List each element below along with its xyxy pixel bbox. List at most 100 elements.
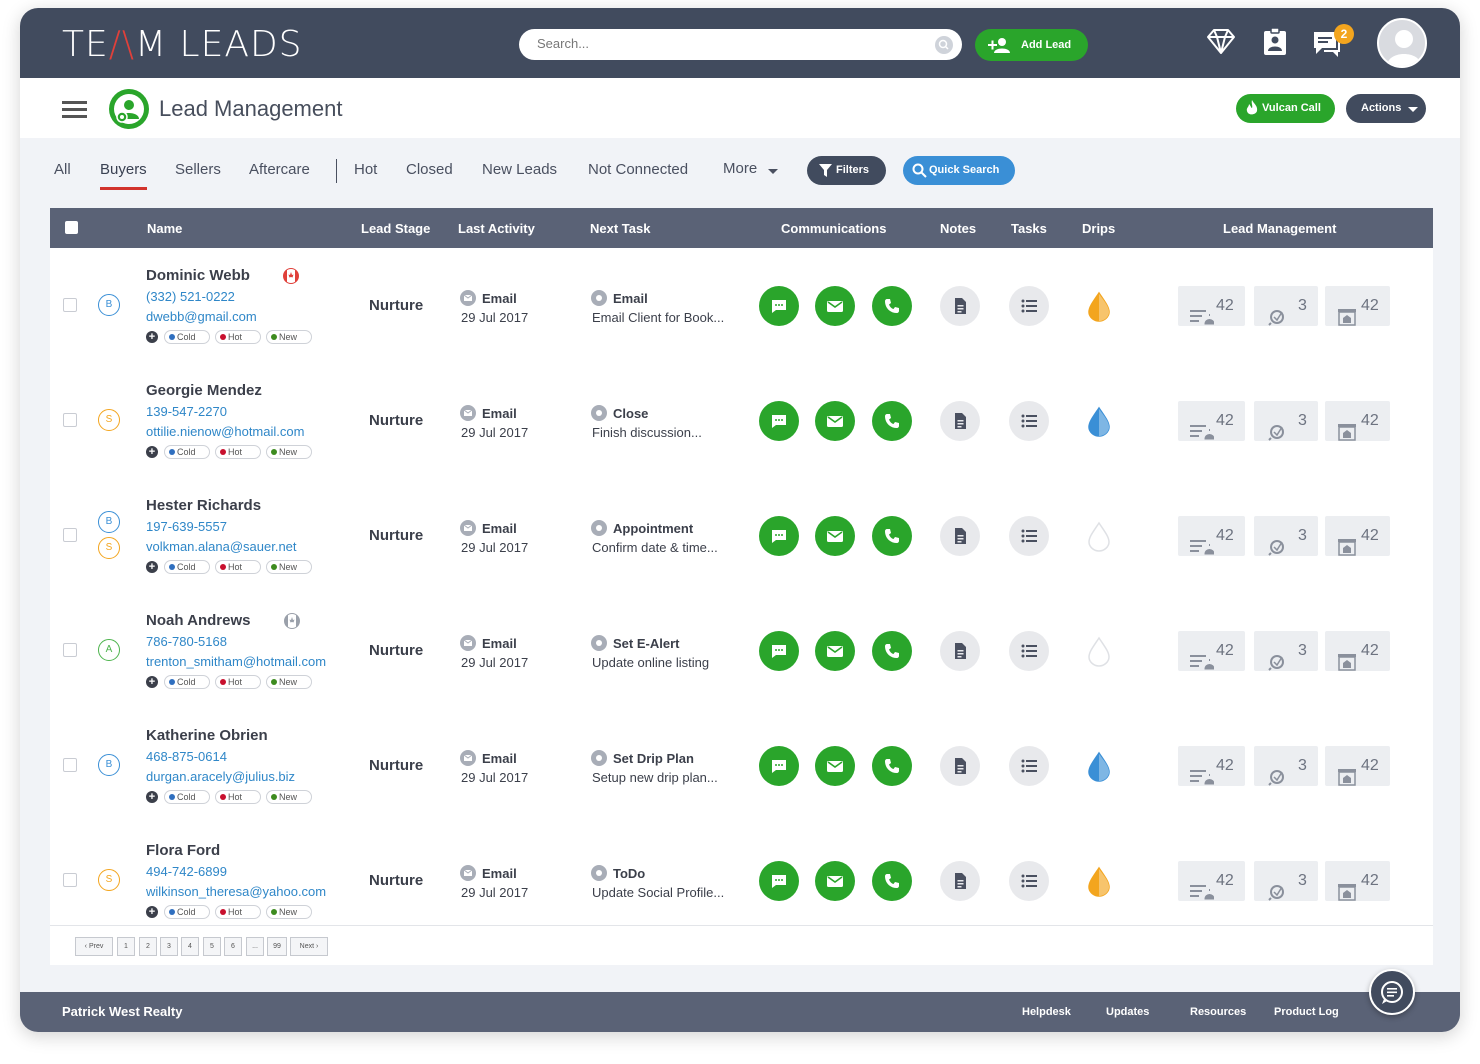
- product-log-link[interactable]: Product Log: [1274, 1006, 1339, 1018]
- add-tag-icon[interactable]: +: [146, 676, 158, 688]
- next-task-type[interactable]: Appointment: [613, 521, 693, 536]
- page-button[interactable]: 4: [181, 937, 199, 956]
- row-checkbox[interactable]: [63, 758, 77, 772]
- row-checkbox[interactable]: [63, 528, 77, 542]
- tasks-button[interactable]: [1009, 516, 1049, 556]
- helpdesk-link[interactable]: Helpdesk: [1022, 1006, 1071, 1018]
- status-pill-cold[interactable]: Cold: [164, 790, 210, 804]
- email-button[interactable]: [815, 516, 855, 556]
- lead-name[interactable]: Dominic Webb: [146, 267, 250, 284]
- add-tag-icon[interactable]: +: [146, 446, 158, 458]
- tab-buyers[interactable]: Buyers: [100, 161, 147, 190]
- searches-count-button[interactable]: 3: [1254, 861, 1318, 901]
- col-name[interactable]: Name: [147, 221, 182, 236]
- vulcan-call-button[interactable]: Vulcan Call: [1236, 94, 1335, 123]
- searches-count-button[interactable]: 3: [1254, 631, 1318, 671]
- col-next-task[interactable]: Next Task: [590, 221, 650, 236]
- tab-not-connected[interactable]: Not Connected: [588, 161, 688, 178]
- lead-email[interactable]: trenton_smitham@hotmail.com: [146, 654, 326, 669]
- email-button[interactable]: [815, 401, 855, 441]
- properties-count-button[interactable]: 42: [1325, 401, 1390, 441]
- chevron-down-icon[interactable]: [768, 169, 778, 174]
- lead-phone[interactable]: 139-547-2270: [146, 404, 227, 419]
- alerts-count-button[interactable]: 42: [1178, 861, 1245, 901]
- next-task-type[interactable]: Set Drip Plan: [613, 751, 694, 766]
- properties-count-button[interactable]: 42: [1325, 516, 1390, 556]
- lead-email[interactable]: volkman.alana@sauer.net: [146, 539, 297, 554]
- sms-button[interactable]: [759, 401, 799, 441]
- drip-status-icon[interactable]: [1085, 521, 1113, 558]
- prev-page-button[interactable]: ‹ Prev: [75, 937, 113, 956]
- tab-sellers[interactable]: Sellers: [175, 161, 221, 178]
- chat-bubble-button[interactable]: [1369, 969, 1415, 1015]
- notes-button[interactable]: [940, 746, 980, 786]
- call-button[interactable]: [872, 861, 912, 901]
- tasks-button[interactable]: [1009, 286, 1049, 326]
- hamburger-menu-icon[interactable]: [62, 101, 87, 118]
- lead-name[interactable]: Georgie Mendez: [146, 382, 262, 399]
- alerts-count-button[interactable]: 42: [1178, 516, 1245, 556]
- lead-phone[interactable]: 494-742-6899: [146, 864, 227, 879]
- sms-button[interactable]: [759, 746, 799, 786]
- row-checkbox[interactable]: [63, 643, 77, 657]
- diamond-icon[interactable]: [1204, 27, 1238, 62]
- lead-email[interactable]: wilkinson_theresa@yahoo.com: [146, 884, 326, 899]
- properties-count-button[interactable]: 42: [1325, 861, 1390, 901]
- tab-new-leads[interactable]: New Leads: [482, 161, 557, 178]
- sms-button[interactable]: [759, 631, 799, 671]
- contact-card-icon[interactable]: [1262, 27, 1288, 62]
- call-button[interactable]: [872, 401, 912, 441]
- lead-email[interactable]: durgan.aracely@julius.biz: [146, 769, 295, 784]
- status-pill-new[interactable]: New: [266, 560, 312, 574]
- notes-button[interactable]: [940, 401, 980, 441]
- actions-dropdown[interactable]: Actions: [1346, 94, 1426, 123]
- call-button[interactable]: [872, 631, 912, 671]
- page-button[interactable]: 5: [203, 937, 221, 956]
- alerts-count-button[interactable]: 42: [1178, 746, 1245, 786]
- status-pill-new[interactable]: New: [266, 445, 312, 459]
- tasks-button[interactable]: [1009, 861, 1049, 901]
- alerts-count-button[interactable]: 42: [1178, 286, 1245, 326]
- email-button[interactable]: [815, 746, 855, 786]
- add-lead-button[interactable]: Add Lead: [975, 29, 1088, 61]
- lead-name[interactable]: Katherine Obrien: [146, 727, 268, 744]
- lead-name[interactable]: Flora Ford: [146, 842, 220, 859]
- properties-count-button[interactable]: 42: [1325, 286, 1390, 326]
- status-pill-new[interactable]: New: [266, 675, 312, 689]
- call-button[interactable]: [872, 516, 912, 556]
- team-leads-logo[interactable]: TE/\M LEADS: [62, 24, 303, 65]
- status-pill-hot[interactable]: Hot: [215, 560, 261, 574]
- notes-button[interactable]: [940, 861, 980, 901]
- tasks-button[interactable]: [1009, 746, 1049, 786]
- tasks-button[interactable]: [1009, 631, 1049, 671]
- searches-count-button[interactable]: 3: [1254, 401, 1318, 441]
- page-button[interactable]: 3: [160, 937, 178, 956]
- status-pill-cold[interactable]: Cold: [164, 330, 210, 344]
- drip-status-icon[interactable]: [1085, 291, 1113, 328]
- col-lead-stage[interactable]: Lead Stage: [361, 221, 430, 236]
- notes-button[interactable]: [940, 286, 980, 326]
- status-pill-new[interactable]: New: [266, 905, 312, 919]
- lead-name[interactable]: Hester Richards: [146, 497, 261, 514]
- status-pill-new[interactable]: New: [266, 790, 312, 804]
- page-button[interactable]: 99: [267, 937, 287, 956]
- add-tag-icon[interactable]: +: [146, 331, 158, 343]
- lead-name[interactable]: Noah Andrews: [146, 612, 250, 629]
- status-pill-cold[interactable]: Cold: [164, 675, 210, 689]
- lead-phone[interactable]: 786-780-5168: [146, 634, 227, 649]
- status-pill-hot[interactable]: Hot: [215, 790, 261, 804]
- tab-aftercare[interactable]: Aftercare: [249, 161, 310, 178]
- email-button[interactable]: [815, 631, 855, 671]
- next-task-type[interactable]: Close: [613, 406, 648, 421]
- status-pill-cold[interactable]: Cold: [164, 445, 210, 459]
- col-last-activity[interactable]: Last Activity: [458, 221, 535, 236]
- notes-button[interactable]: [940, 516, 980, 556]
- searches-count-button[interactable]: 3: [1254, 516, 1318, 556]
- next-task-type[interactable]: Set E-Alert: [613, 636, 679, 651]
- status-pill-hot[interactable]: Hot: [215, 330, 261, 344]
- lead-phone[interactable]: 197-639-5557: [146, 519, 227, 534]
- user-avatar[interactable]: [1377, 18, 1427, 68]
- row-checkbox[interactable]: [63, 873, 77, 887]
- row-checkbox[interactable]: [63, 413, 77, 427]
- drip-status-icon[interactable]: [1085, 406, 1113, 443]
